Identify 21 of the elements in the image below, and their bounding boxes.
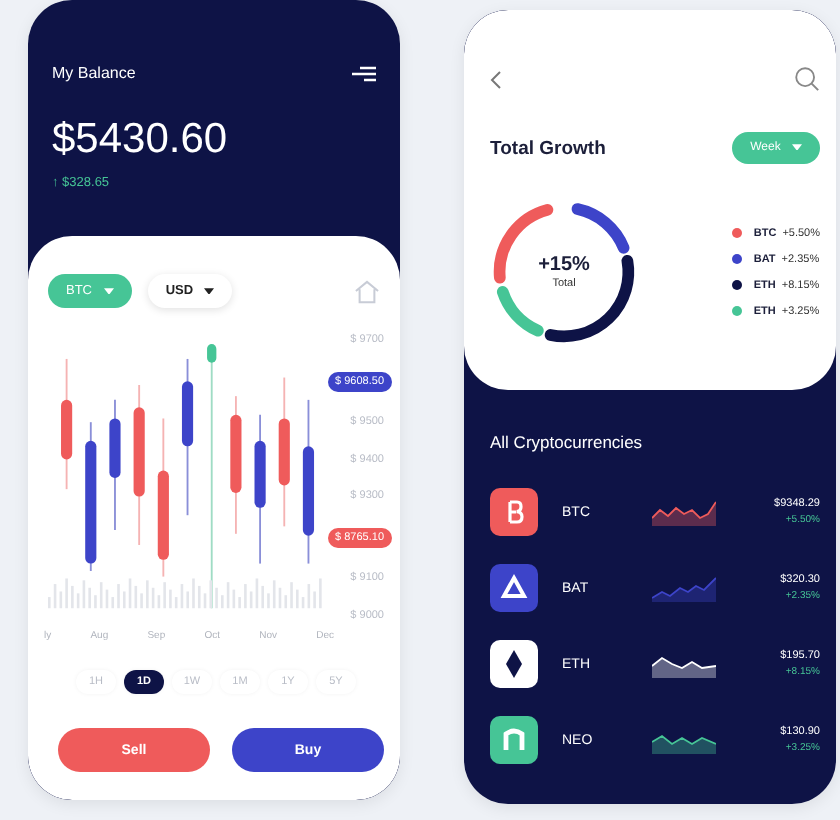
screen-title: My Balance xyxy=(52,64,138,82)
donut-chart-drawing xyxy=(493,203,635,343)
sparkline-drawing xyxy=(652,498,716,526)
total-value: +15% xyxy=(538,254,590,276)
list-title: All Cryptocurrencies xyxy=(490,432,645,452)
section-title: Total Growth xyxy=(490,137,606,159)
coin-icon[interactable] xyxy=(490,564,538,612)
candle xyxy=(61,358,73,491)
coin-icon[interactable] xyxy=(490,716,538,764)
coin-icon[interactable] xyxy=(490,640,538,688)
balance-amount: $5430.60 xyxy=(52,116,230,164)
sparkline-drawing xyxy=(652,574,716,602)
candle xyxy=(230,395,242,535)
coin-icon[interactable] xyxy=(490,488,538,536)
caret-icon xyxy=(792,143,802,151)
menu-icon[interactable] xyxy=(352,65,376,81)
search-icon[interactable] xyxy=(794,66,820,92)
caret-icon xyxy=(103,287,114,295)
back-icon[interactable] xyxy=(490,69,502,89)
candle xyxy=(109,398,121,531)
caret-icon xyxy=(204,287,215,295)
